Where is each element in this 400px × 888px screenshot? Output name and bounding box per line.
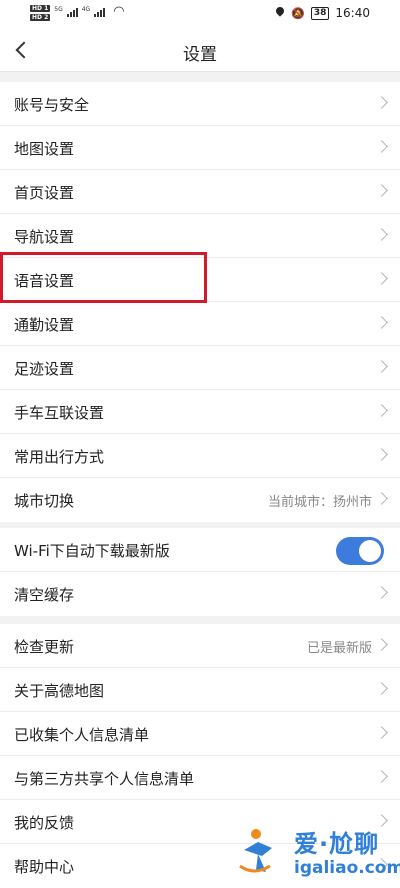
battery-icon: 38 bbox=[310, 6, 330, 20]
chevron-right-icon bbox=[375, 726, 388, 739]
settings-item-city-switch[interactable]: 城市切换 当前城市：扬州市 bbox=[0, 478, 400, 522]
settings-item-home[interactable]: 首页设置 bbox=[0, 170, 400, 214]
settings-item-label: 我的反馈 bbox=[14, 814, 75, 832]
chevron-right-icon bbox=[375, 228, 388, 241]
network-type-2: 4G bbox=[81, 6, 91, 13]
update-status-value: 已是最新版 bbox=[306, 641, 372, 656]
chevron-right-icon bbox=[375, 140, 388, 153]
chevron-right-icon bbox=[375, 638, 388, 651]
chevron-right-icon bbox=[375, 770, 388, 783]
settings-item-label: 通勤设置 bbox=[14, 316, 75, 334]
chevron-right-icon bbox=[375, 184, 388, 197]
watermark-logo-icon bbox=[239, 829, 272, 873]
signal-icon-1 bbox=[66, 7, 78, 17]
settings-item-collected-info[interactable]: 已收集个人信息清单 bbox=[0, 712, 400, 756]
hd2-badge: HD 2 bbox=[30, 14, 51, 21]
settings-item-label: 首页设置 bbox=[14, 184, 75, 202]
wifi-icon: ◠ bbox=[113, 4, 125, 19]
settings-item-label: 与第三方共享个人信息清单 bbox=[14, 770, 195, 788]
settings-item-label: 检查更新 bbox=[14, 638, 75, 656]
status-bar: HD 1 HD 2 5G 4G ◠ 🔕 38 16:40 bbox=[0, 0, 400, 28]
watermark-url: igaliao.com bbox=[294, 858, 400, 878]
chevron-right-icon bbox=[375, 586, 388, 599]
signal-icon-2 bbox=[94, 7, 106, 17]
settings-item-account-security[interactable]: 账号与安全 bbox=[0, 82, 400, 126]
watermark: 爱·尬聊 igaliao.com bbox=[236, 820, 400, 884]
network-type-1: 5G bbox=[54, 6, 63, 13]
watermark-title: 爱·尬聊 bbox=[294, 830, 380, 858]
status-right: 🔕 38 16:40 bbox=[275, 6, 370, 20]
settings-item-commute[interactable]: 通勤设置 bbox=[0, 302, 400, 346]
status-left: HD 1 HD 2 5G 4G ◠ bbox=[30, 5, 125, 21]
settings-item-car-link[interactable]: 手车互联设置 bbox=[0, 390, 400, 434]
settings-item-label: 常用出行方式 bbox=[14, 448, 105, 466]
settings-item-label: 清空缓存 bbox=[14, 586, 75, 604]
hd-badges: HD 1 HD 2 bbox=[30, 5, 51, 21]
chevron-right-icon bbox=[375, 682, 388, 695]
settings-item-label: 手车互联设置 bbox=[14, 404, 105, 422]
chevron-right-icon bbox=[375, 404, 388, 417]
settings-group-storage: Wi-Fi下自动下载最新版 清空缓存 bbox=[0, 528, 400, 616]
wifi-download-toggle[interactable] bbox=[336, 537, 384, 565]
settings-item-label: 城市切换 bbox=[14, 492, 75, 510]
chevron-right-icon bbox=[375, 272, 388, 285]
current-city-value: 当前城市：扬州市 bbox=[267, 495, 372, 510]
chevron-right-icon bbox=[375, 448, 388, 461]
highlight-box bbox=[0, 252, 207, 303]
hd1-badge: HD 1 bbox=[30, 5, 51, 12]
settings-item-label: 地图设置 bbox=[14, 140, 75, 158]
chevron-right-icon bbox=[375, 96, 388, 109]
page-title: 设置 bbox=[183, 45, 217, 65]
settings-item-about[interactable]: 关于高德地图 bbox=[0, 668, 400, 712]
settings-item-map[interactable]: 地图设置 bbox=[0, 126, 400, 170]
chevron-right-icon bbox=[375, 316, 388, 329]
chevron-right-icon bbox=[375, 360, 388, 373]
settings-item-travel-mode[interactable]: 常用出行方式 bbox=[0, 434, 400, 478]
chevron-right-icon bbox=[375, 492, 388, 505]
settings-item-label: 已收集个人信息清单 bbox=[14, 726, 150, 744]
settings-item-label: 帮助中心 bbox=[14, 858, 75, 876]
settings-item-footprint[interactable]: 足迹设置 bbox=[0, 346, 400, 390]
settings-item-label: 导航设置 bbox=[14, 228, 75, 246]
settings-item-label: 账号与安全 bbox=[14, 96, 90, 114]
settings-item-shared-info[interactable]: 与第三方共享个人信息清单 bbox=[0, 756, 400, 800]
settings-item-label: Wi-Fi下自动下载最新版 bbox=[14, 542, 170, 560]
settings-item-check-update[interactable]: 检查更新 已是最新版 bbox=[0, 624, 400, 668]
status-time: 16:40 bbox=[335, 6, 370, 20]
mute-icon: 🔕 bbox=[291, 6, 305, 20]
settings-item-label: 足迹设置 bbox=[14, 360, 75, 378]
location-icon bbox=[275, 7, 285, 19]
settings-item-label: 关于高德地图 bbox=[14, 682, 105, 700]
settings-item-clear-cache[interactable]: 清空缓存 bbox=[0, 572, 400, 616]
nav-bar: 设置 bbox=[0, 28, 400, 72]
settings-item-wifi-download: Wi-Fi下自动下载最新版 bbox=[0, 528, 400, 572]
